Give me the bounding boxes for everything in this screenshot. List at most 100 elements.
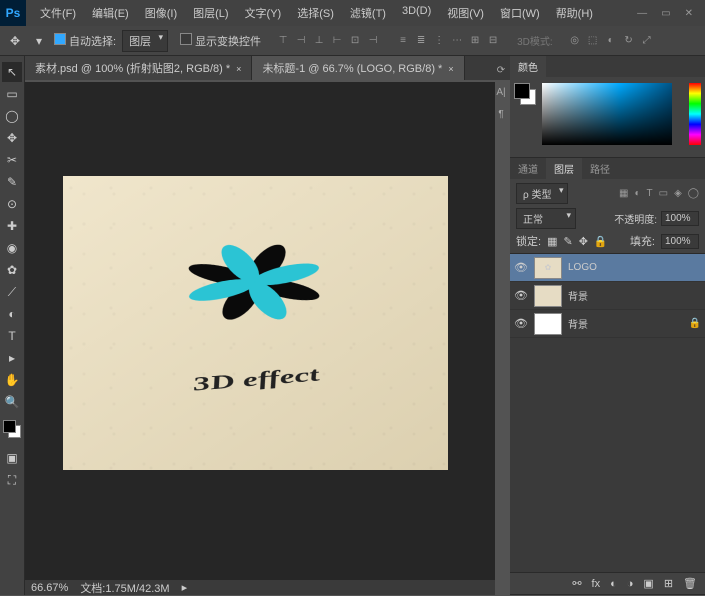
menu-help[interactable]: 帮助(H) <box>548 1 601 25</box>
menu-image[interactable]: 图像(I) <box>137 1 185 25</box>
minimize-button[interactable]: — <box>637 8 647 19</box>
dist-2-icon[interactable]: ≣ <box>413 33 429 49</box>
mask-mode-icon[interactable]: ▣ <box>2 448 22 468</box>
tool-history[interactable]: ✿ <box>2 260 22 280</box>
canvas-area[interactable]: 3D effect <box>25 82 495 580</box>
layer-thumb[interactable] <box>534 313 562 335</box>
visibility-icon[interactable]: 👁 <box>514 261 528 274</box>
menu-type[interactable]: 文字(Y) <box>237 1 290 25</box>
mask-icon[interactable]: ◐ <box>610 578 617 590</box>
screen-mode-icon[interactable]: ⛶ <box>2 470 22 490</box>
align-bottom-icon[interactable]: ⊥ <box>311 33 327 49</box>
layer-name[interactable]: 背景 <box>568 316 588 331</box>
menu-file[interactable]: 文件(F) <box>32 1 84 25</box>
align-center-icon[interactable]: ⊡ <box>347 33 363 49</box>
color-tab[interactable]: 颜色 <box>510 56 546 77</box>
blend-mode-dropdown[interactable]: 正常 <box>516 208 576 229</box>
tool-eraser[interactable]: ⟋ <box>2 282 22 302</box>
lock-all-icon[interactable]: 🔒 <box>594 235 608 248</box>
tool-brush[interactable]: ✚ <box>2 216 22 236</box>
new-layer-icon[interactable]: ⊞ <box>664 577 673 590</box>
show-transform-checkbox[interactable]: 显示变换控件 <box>180 33 261 49</box>
fill-input[interactable]: 100% <box>661 234 699 249</box>
lock-pos-icon[interactable]: ✥ <box>579 235 588 248</box>
fx-icon[interactable]: fx <box>592 578 601 590</box>
close-button[interactable]: ✕ <box>685 8 693 19</box>
status-arrow-icon[interactable]: ▸ <box>182 581 188 594</box>
align-right-icon[interactable]: ⊣ <box>365 33 381 49</box>
link-layers-icon[interactable]: ⚯ <box>572 577 581 590</box>
layer-name[interactable]: LOGO <box>568 262 597 273</box>
menu-view[interactable]: 视图(V) <box>439 1 492 25</box>
tool-stamp[interactable]: ◉ <box>2 238 22 258</box>
para-panel-icon[interactable]: ¶ <box>492 106 510 122</box>
color-swatch[interactable] <box>3 420 21 438</box>
layer-row[interactable]: 👁 背景 <box>510 282 705 310</box>
paths-tab[interactable]: 路径 <box>582 158 618 179</box>
adjustment-icon[interactable]: ◑ <box>627 578 634 590</box>
group-icon[interactable]: ▣ <box>643 577 653 590</box>
visibility-icon[interactable]: 👁 <box>514 317 528 330</box>
menu-select[interactable]: 选择(S) <box>289 1 342 25</box>
layer-name[interactable]: 背景 <box>568 288 588 303</box>
filter-type-icon[interactable]: T <box>647 188 653 199</box>
channels-tab[interactable]: 通道 <box>510 158 546 179</box>
menu-filter[interactable]: 滤镜(T) <box>342 1 394 25</box>
tool-move[interactable]: ↖ <box>2 62 22 82</box>
menu-layer[interactable]: 图层(L) <box>185 1 236 25</box>
filter-shape-icon[interactable]: ▭ <box>659 188 668 199</box>
tool-crop[interactable]: ✂ <box>2 150 22 170</box>
dist-1-icon[interactable]: ≡ <box>395 33 411 49</box>
tool-path[interactable]: ▸ <box>2 348 22 368</box>
char-panel-icon[interactable]: A| <box>492 84 510 100</box>
tool-gradient[interactable]: ◐ <box>2 304 22 324</box>
layer-thumb[interactable] <box>534 285 562 307</box>
tool-heal[interactable]: ⊙ <box>2 194 22 214</box>
layer-thumb[interactable]: ✿ <box>534 257 562 279</box>
filter-pixel-icon[interactable]: ▦ <box>619 188 628 199</box>
document-tab-1[interactable]: 素材.psd @ 100% (折射贴图2, RGB/8) *× <box>25 56 252 80</box>
delete-icon[interactable]: 🗑 <box>683 577 697 590</box>
tool-eyedropper[interactable]: ✎ <box>2 172 22 192</box>
history-panel-icon[interactable]: ⟳ <box>492 62 510 78</box>
close-icon[interactable]: × <box>236 64 241 74</box>
3d-1-icon[interactable]: ◎ <box>567 33 583 49</box>
filter-toggle-icon[interactable]: ◯ <box>688 188 699 199</box>
dist-6-icon[interactable]: ⊟ <box>485 33 501 49</box>
color-field[interactable] <box>542 83 672 145</box>
tool-wand[interactable]: ✥ <box>2 128 22 148</box>
3d-4-icon[interactable]: ↻ <box>621 33 637 49</box>
canvas[interactable]: 3D effect <box>63 176 448 470</box>
hue-strip[interactable] <box>689 83 701 145</box>
dist-4-icon[interactable]: ⋯ <box>449 33 465 49</box>
align-top-icon[interactable]: ⊤ <box>275 33 291 49</box>
3d-2-icon[interactable]: ⬚ <box>585 33 601 49</box>
opacity-input[interactable]: 100% <box>661 211 699 226</box>
dist-3-icon[interactable]: ⋮ <box>431 33 447 49</box>
3d-3-icon[interactable]: ◐ <box>603 33 619 49</box>
lock-trans-icon[interactable]: ▦ <box>547 235 557 248</box>
layers-tab[interactable]: 图层 <box>546 158 582 179</box>
align-middle-icon[interactable]: ⊣ <box>293 33 309 49</box>
tool-hand[interactable]: ✋ <box>2 370 22 390</box>
dist-5-icon[interactable]: ⊞ <box>467 33 483 49</box>
auto-select-dropdown[interactable]: 图层 <box>122 30 168 52</box>
doc-info[interactable]: 文档:1.75M/42.3M <box>80 580 169 596</box>
layer-row[interactable]: 👁 ✿ LOGO <box>510 254 705 282</box>
filter-adjust-icon[interactable]: ◐ <box>634 188 640 199</box>
tool-lasso[interactable]: ◯ <box>2 106 22 126</box>
menu-edit[interactable]: 编辑(E) <box>84 1 137 25</box>
menu-window[interactable]: 窗口(W) <box>492 1 548 25</box>
lock-paint-icon[interactable]: ✎ <box>563 235 572 248</box>
layer-filter-dropdown[interactable]: ρ 类型 <box>516 183 568 204</box>
align-left-icon[interactable]: ⊢ <box>329 33 345 49</box>
tool-zoom[interactable]: 🔍 <box>2 392 22 412</box>
document-tab-2[interactable]: 未标题-1 @ 66.7% (LOGO, RGB/8) *× <box>252 56 464 80</box>
auto-select-checkbox[interactable]: 自动选择: <box>54 33 116 49</box>
layer-row[interactable]: 👁 背景 🔒 <box>510 310 705 338</box>
filter-smart-icon[interactable]: ◈ <box>674 188 682 199</box>
restore-button[interactable]: ▭ <box>661 8 670 19</box>
visibility-icon[interactable]: 👁 <box>514 289 528 302</box>
tool-type[interactable]: T <box>2 326 22 346</box>
zoom-level[interactable]: 66.67% <box>31 582 68 594</box>
